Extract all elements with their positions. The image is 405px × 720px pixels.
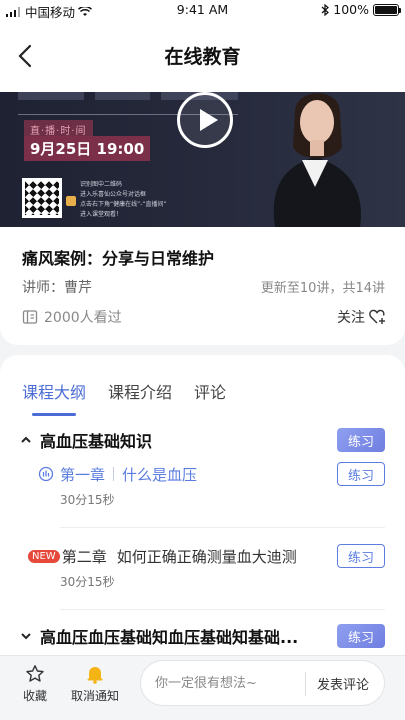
teacher-name: 讲师：曹芹 <box>22 280 92 296</box>
course-content: 课程大纲 课程介绍 评论 高血压基础知识 练习 第一章 什么是血压 练习 30分… <box>0 355 405 655</box>
follow-button[interactable]: 关注 <box>337 307 387 327</box>
course-title: 痛风案例：分享与日常维护 <box>22 249 215 268</box>
section-practice-button[interactable]: 练习 <box>337 624 385 648</box>
lesson-title: 第一章 什么是血压 <box>38 464 337 485</box>
follow-label: 关注 <box>337 310 365 326</box>
lesson-practice-button[interactable]: 练习 <box>337 544 385 568</box>
lesson-separator <box>60 609 385 610</box>
view-count: 2000人看过 <box>22 307 122 327</box>
chevron-down-icon <box>21 633 31 640</box>
live-date: 9月25日 19:00 <box>24 136 151 161</box>
section-header[interactable]: 高血压基础知识 练习 <box>20 427 385 453</box>
lesson-duration: 30分15秒 <box>60 493 115 507</box>
battery-icon <box>373 3 401 16</box>
bell-icon <box>87 667 103 684</box>
book-icon <box>22 310 38 324</box>
qr-instructions: 识别图中二维码 进入乐喜仙公众号对话框 点击右下角“健康在线”-“直播间” 进入… <box>80 180 170 220</box>
tab-intro[interactable]: 课程介绍 <box>108 379 172 403</box>
lesson-duration: 30分15秒 <box>60 575 115 589</box>
lesson-divider <box>113 467 115 481</box>
presenter-image <box>273 93 361 227</box>
bottom-bar: 收藏 取消通知 发表评论 <box>0 655 405 720</box>
qr-line: 进入乐喜仙公众号对话框 <box>80 191 147 198</box>
cancel-notify-button[interactable]: 取消通知 <box>68 664 122 704</box>
favorite-button[interactable]: 收藏 <box>8 664 62 704</box>
lesson-name: 什么是血压 <box>122 465 198 484</box>
qr-line: 识别图中二维码 <box>80 181 123 188</box>
qr-line: 点击右下角“健康在线”-“直播间” <box>80 201 167 208</box>
qr-line: 进入课堂观看！ <box>80 211 123 218</box>
nav-bar: 在线教育 <box>0 20 405 92</box>
qr-code-icon <box>22 178 62 218</box>
section-header[interactable]: 高血压血压基础知血压基础知基础... 练习 <box>20 623 385 649</box>
lesson-separator <box>60 527 385 528</box>
lesson-item[interactable]: NEW 第二章 如何正确正确测量血大迪测 练习 30分15秒 <box>28 544 385 590</box>
play-button[interactable] <box>177 92 233 148</box>
battery-text: 100% <box>333 2 369 17</box>
lesson-chapter: 第二章 <box>61 547 107 566</box>
star-icon <box>26 665 44 682</box>
section-title: 高血压基础知识 <box>40 432 153 451</box>
page-title: 在线教育 <box>164 46 241 68</box>
new-badge: NEW <box>28 549 60 563</box>
playing-icon <box>38 466 54 482</box>
update-progress: 更新至10讲，共14讲 <box>260 281 385 296</box>
lesson-name: 如何正确正确测量血大迪测 <box>116 547 297 566</box>
qr-logo-icon <box>66 196 76 206</box>
lesson-item[interactable]: 第一章 什么是血压 练习 30分15秒 <box>38 462 385 508</box>
status-bar: 中国移动 9:41 AM 100% <box>0 0 405 20</box>
comment-box: 发表评论 <box>140 660 385 706</box>
heart-plus-icon <box>369 309 385 324</box>
lesson-practice-button[interactable]: 练习 <box>337 462 385 486</box>
view-count-text: 2000人看过 <box>44 310 122 326</box>
bluetooth-icon <box>321 3 330 16</box>
tab-comments[interactable]: 评论 <box>194 379 226 403</box>
section-practice-button[interactable]: 练习 <box>337 428 385 452</box>
favorite-label: 收藏 <box>22 689 47 703</box>
send-comment-button[interactable]: 发表评论 <box>317 674 369 693</box>
status-right: 100% <box>321 2 401 17</box>
course-info-card: 痛风案例：分享与日常维护 讲师：曹芹 更新至10讲，共14讲 2000人看过 关… <box>0 227 405 345</box>
lesson-chapter: 第一章 <box>60 465 106 484</box>
section-title: 高血压血压基础知血压基础知基础... <box>40 628 299 647</box>
comment-input[interactable] <box>155 661 305 705</box>
comment-divider <box>305 672 306 696</box>
lesson-title: NEW 第二章 如何正确正确测量血大迪测 <box>28 546 337 567</box>
tab-bar: 课程大纲 课程介绍 评论 <box>22 379 226 416</box>
cancel-notify-label: 取消通知 <box>70 689 119 703</box>
tab-outline[interactable]: 课程大纲 <box>22 379 86 416</box>
video-player[interactable]: 直·播·时·间 9月25日 19:00 识别图中二维码 进入乐喜仙公众号对话框 … <box>0 92 405 227</box>
chevron-up-icon <box>21 436 31 443</box>
